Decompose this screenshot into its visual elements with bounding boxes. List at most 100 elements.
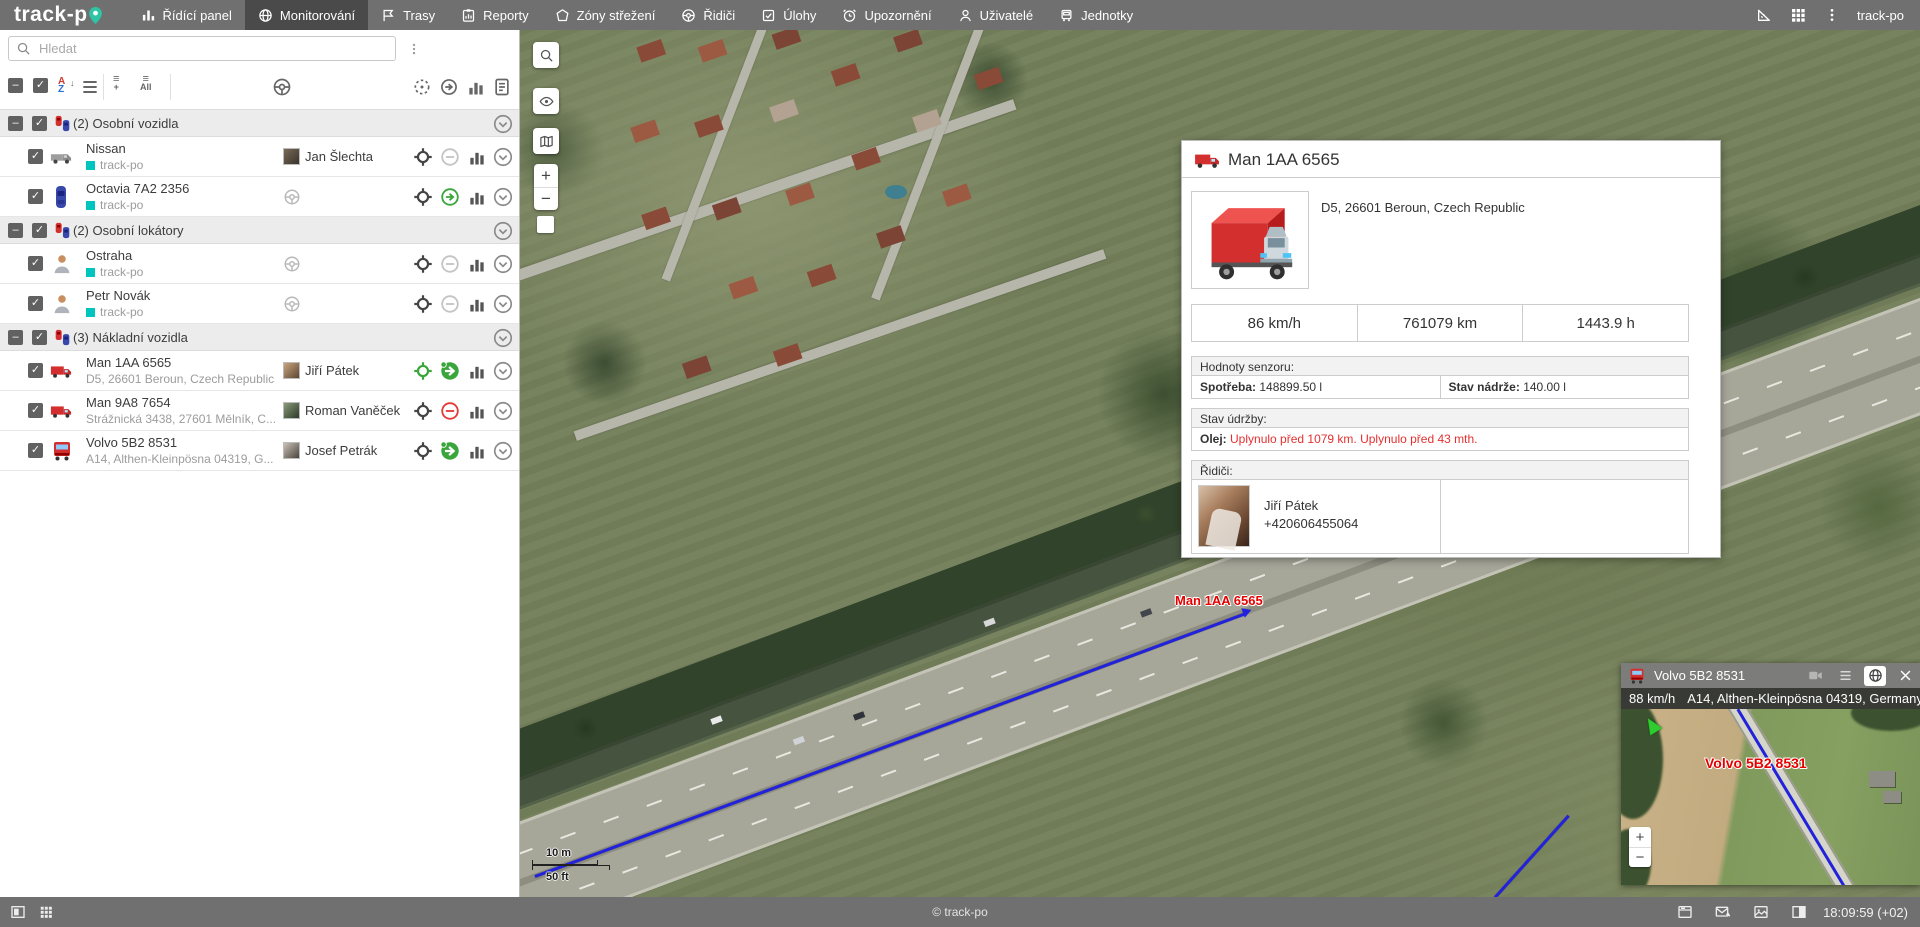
unit-expand-button[interactable]: [492, 440, 514, 462]
toggle-sidebar-button[interactable]: [4, 897, 32, 927]
unit-expand-button[interactable]: [492, 293, 514, 315]
nav-item-dashboard[interactable]: Řídící panel: [128, 0, 245, 30]
quick-report-button[interactable]: [466, 146, 488, 168]
unit-checkbox[interactable]: ✓: [28, 363, 43, 378]
driver-cell[interactable]: Jan Šlechta: [283, 148, 373, 165]
group-expand-button[interactable]: [492, 327, 514, 349]
unit-row-volvo-5b2-8531[interactable]: ✓ Volvo 5B2 8531 A14, Althen-Kleinpösna …: [0, 431, 519, 471]
motion-column-header[interactable]: [439, 77, 459, 102]
quick-report-button[interactable]: [466, 400, 488, 422]
brand-logo[interactable]: track-p: [0, 3, 128, 27]
mini-panel-header[interactable]: Volvo 5B2 8531: [1621, 663, 1920, 688]
list-view-button[interactable]: [80, 77, 100, 102]
map-layers-button[interactable]: [533, 128, 559, 154]
mini-map[interactable]: Volvo 5B2 8531 + −: [1621, 709, 1920, 885]
info-list-button[interactable]: [1834, 666, 1856, 686]
unit-checkbox[interactable]: ✓: [28, 149, 43, 164]
mini-map-unit-label[interactable]: Volvo 5B2 8531: [1705, 755, 1807, 771]
group-row-passenger-vehicles[interactable]: – ✓ (2) Osobní vozidla: [0, 110, 519, 137]
map-search-button[interactable]: [533, 42, 559, 68]
account-name[interactable]: track-po: [1851, 8, 1910, 23]
nav-item-notifications[interactable]: Upozornění: [829, 0, 944, 30]
group-row-trucks[interactable]: – ✓ (3) Nákladní vozidla: [0, 324, 519, 351]
media-button[interactable]: [1747, 897, 1775, 927]
unit-row-man-1aa-6565[interactable]: ✓ Man 1AA 6565 D5, 26601 Beroun, Czech R…: [0, 351, 519, 391]
group-select-checkbox[interactable]: ✓: [32, 223, 47, 238]
nav-item-tracks[interactable]: Trasy: [368, 0, 448, 30]
windows-button[interactable]: [1671, 897, 1699, 927]
locate-button[interactable]: [412, 400, 434, 422]
satellite-map[interactable]: Man 1AA 6565 + − 10 m 50 ft Man 1AA 6565: [520, 30, 1920, 897]
add-to-list-button[interactable]: ≡+: [113, 75, 119, 92]
quick-report-button[interactable]: [466, 253, 488, 275]
unit-checkbox[interactable]: ✓: [28, 296, 43, 311]
quick-report-button[interactable]: [466, 440, 488, 462]
messages-button[interactable]: [1709, 897, 1737, 927]
group-select-checkbox[interactable]: ✓: [32, 330, 47, 345]
chart-column-header[interactable]: [466, 77, 486, 102]
driver-cell[interactable]: Jiří Pátek: [283, 362, 359, 379]
close-mini-panel-button[interactable]: [1894, 666, 1916, 686]
zoom-out-button[interactable]: −: [534, 187, 558, 210]
search-input[interactable]: [39, 37, 389, 60]
unit-checkbox[interactable]: ✓: [28, 189, 43, 204]
nav-item-jobs[interactable]: Úlohy: [748, 0, 829, 30]
unit-checkbox[interactable]: ✓: [28, 443, 43, 458]
sort-az-button[interactable]: A ↓ Z: [58, 78, 74, 94]
unit-expand-button[interactable]: [492, 146, 514, 168]
select-none-checkbox[interactable]: –: [8, 78, 23, 93]
group-expand-button[interactable]: [492, 220, 514, 242]
group-select-checkbox[interactable]: ✓: [32, 116, 47, 131]
group-row-personal-trackers[interactable]: – ✓ (2) Osobní lokátory: [0, 217, 519, 244]
show-all-button[interactable]: ≡All: [140, 75, 152, 92]
unit-expand-button[interactable]: [492, 253, 514, 275]
nav-item-drivers[interactable]: Řidiči: [668, 0, 748, 30]
driver-cell[interactable]: Roman Vaněček: [283, 402, 400, 419]
locate-button[interactable]: [412, 186, 434, 208]
unit-checkbox[interactable]: ✓: [28, 403, 43, 418]
properties-column-header[interactable]: [492, 77, 512, 102]
bottom-apps-button[interactable]: [32, 897, 60, 927]
nav-item-reports[interactable]: Reporty: [448, 0, 542, 30]
unit-row-nissan[interactable]: ✓ Nissan track-po Jan Šlechta: [0, 137, 519, 177]
locate-button-active[interactable]: [412, 360, 434, 382]
map-mode-button-active[interactable]: [1864, 666, 1886, 686]
unit-row-petr-novak[interactable]: ✓ Petr Novák track-po: [0, 284, 519, 324]
map-visibility-button[interactable]: [533, 88, 559, 114]
group-expand-button[interactable]: [492, 113, 514, 135]
locate-button[interactable]: [412, 253, 434, 275]
group-collapse-checkbox[interactable]: –: [8, 223, 23, 238]
video-stream-button[interactable]: [1804, 666, 1826, 686]
nav-item-units[interactable]: Jednotky: [1046, 0, 1146, 30]
mini-zoom-in-button[interactable]: +: [1629, 827, 1651, 847]
measure-tool-button[interactable]: [1749, 0, 1779, 30]
unit-expand-button[interactable]: [492, 186, 514, 208]
unit-row-man-9a8-7654[interactable]: ✓ Man 9A8 7654 Strážnická 3438, 27601 Mě…: [0, 391, 519, 431]
unit-expand-button[interactable]: [492, 360, 514, 382]
quick-report-button[interactable]: [466, 186, 488, 208]
nav-item-monitoring[interactable]: Monitorování: [245, 0, 368, 30]
layout-split-button[interactable]: [1785, 897, 1813, 927]
apps-menu-button[interactable]: [1783, 0, 1813, 30]
group-collapse-checkbox[interactable]: –: [8, 330, 23, 345]
unit-expand-button[interactable]: [492, 400, 514, 422]
unit-row-ostraha[interactable]: ✓ Ostraha track-po: [0, 244, 519, 284]
zoom-in-button[interactable]: +: [534, 164, 558, 187]
locate-button[interactable]: [412, 293, 434, 315]
mini-zoom-out-button[interactable]: −: [1629, 847, 1651, 867]
nav-item-geofences[interactable]: Zóny střežení: [542, 0, 669, 30]
nav-item-users[interactable]: Uživatelé: [945, 0, 1046, 30]
unit-row-octavia[interactable]: ✓ Octavia 7A2 2356 track-po: [0, 177, 519, 217]
map-unit-label-man[interactable]: Man 1AA 6565: [1175, 593, 1263, 608]
map-mini-square-button[interactable]: [537, 216, 554, 233]
overflow-menu-button[interactable]: [1817, 0, 1847, 30]
unit-checkbox[interactable]: ✓: [28, 256, 43, 271]
locate-button[interactable]: [412, 440, 434, 462]
quick-report-button[interactable]: [466, 360, 488, 382]
list-options-button[interactable]: [404, 36, 424, 61]
quick-report-button[interactable]: [466, 293, 488, 315]
select-all-checkbox[interactable]: ✓: [33, 78, 48, 93]
track-column-header[interactable]: [412, 77, 432, 102]
driver-cell[interactable]: Josef Petrák: [283, 442, 377, 459]
group-collapse-checkbox[interactable]: –: [8, 116, 23, 131]
